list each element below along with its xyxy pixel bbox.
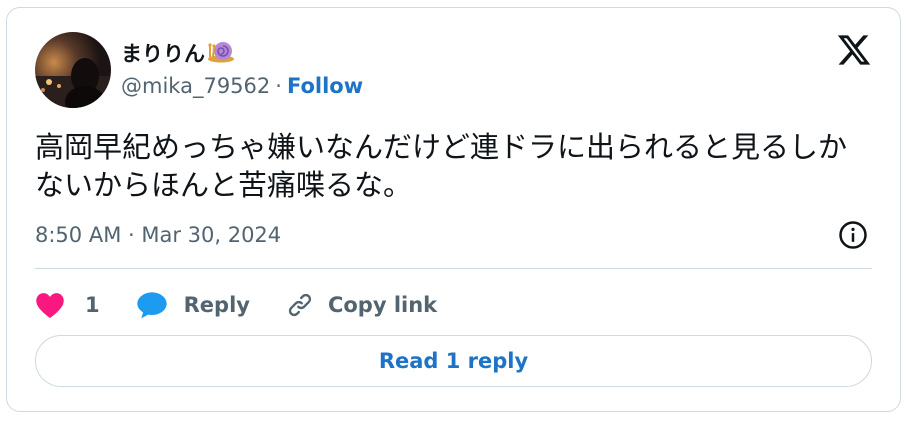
- handle[interactable]: @mika_79562: [121, 74, 270, 98]
- read-replies-label: Read 1 reply: [378, 349, 529, 373]
- avatar-image: [35, 32, 111, 108]
- avatar[interactable]: [35, 32, 111, 108]
- handle-row: @mika_79562 · Follow: [121, 74, 363, 98]
- read-replies-button[interactable]: Read 1 reply: [35, 335, 872, 387]
- link-icon: [286, 291, 314, 319]
- display-name-row[interactable]: まりりん: [121, 38, 235, 68]
- separator-dot: ·: [275, 74, 282, 98]
- reply-button[interactable]: Reply: [136, 290, 250, 320]
- copy-link-label: Copy link: [327, 293, 438, 317]
- snail-emoji-icon: [207, 38, 235, 68]
- follow-button[interactable]: Follow: [287, 74, 363, 98]
- copy-link-button[interactable]: Copy link: [286, 291, 437, 319]
- heart-icon: [35, 291, 65, 319]
- speech-bubble-icon: [136, 290, 168, 320]
- timestamp[interactable]: 8:50 AM · Mar 30, 2024: [35, 223, 281, 247]
- info-icon[interactable]: [838, 220, 868, 250]
- like-count: 1: [85, 293, 100, 317]
- tweet-card: まりりん @mika_79562 · Follow 高岡早紀めっちゃ嫌いなんだけ…: [6, 7, 901, 412]
- divider: [35, 268, 872, 269]
- display-name[interactable]: まりりん: [121, 38, 205, 68]
- like-button[interactable]: 1: [35, 291, 100, 319]
- tweet-text: 高岡早紀めっちゃ嫌いなんだけど連ドラに出られると見るしかないからほんと苦痛喋るな…: [35, 130, 848, 202]
- x-logo-icon[interactable]: [836, 32, 872, 68]
- reply-label: Reply: [183, 293, 250, 317]
- action-bar: 1 Reply Copy link: [35, 286, 437, 324]
